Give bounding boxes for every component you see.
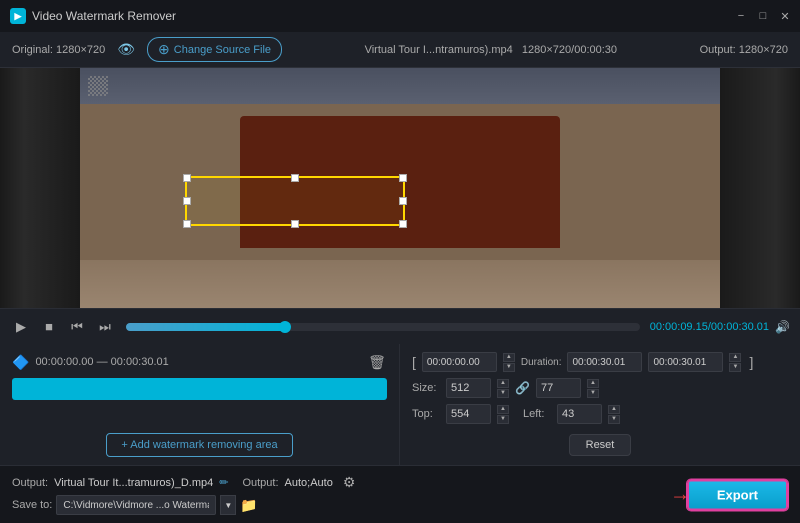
ground: [80, 260, 720, 308]
save-dropdown-button[interactable]: ▼: [220, 495, 236, 515]
link-icon[interactable]: 🔗: [515, 381, 530, 395]
top-input[interactable]: [446, 404, 491, 424]
delete-segment-button[interactable]: 🗑: [367, 352, 387, 372]
end-time-input[interactable]: [648, 352, 723, 372]
segment-icon: 🔷: [12, 354, 29, 371]
next-frame-button[interactable]: ⏭: [94, 316, 116, 338]
edit-icon[interactable]: ✏: [219, 476, 228, 489]
position-row: Top: ▲ ▼ Left: ▲ ▼: [412, 404, 788, 424]
left-down[interactable]: ▼: [608, 415, 620, 424]
width-down[interactable]: ▼: [497, 389, 509, 398]
file-info: Virtual Tour I...ntramuros).mp4 1280×720…: [294, 44, 688, 56]
top-bar: Original: 1280×720 👁 ⊕ Change Source Fil…: [0, 32, 800, 68]
app-icon: ▶: [10, 8, 26, 24]
video-area[interactable]: [0, 68, 800, 308]
segment-bar: [12, 378, 387, 400]
qr-marker: [88, 76, 108, 96]
app-title: Video Watermark Remover: [32, 9, 176, 23]
end-time-up[interactable]: ▲: [729, 353, 741, 362]
handle-bottom-right[interactable]: [399, 220, 407, 228]
start-time-spinners: ▲ ▼: [503, 353, 515, 372]
left-label: Left:: [523, 408, 551, 420]
start-time-up[interactable]: ▲: [503, 353, 515, 362]
start-time-input[interactable]: [422, 352, 497, 372]
width-input[interactable]: [446, 378, 491, 398]
handle-top-left[interactable]: [183, 174, 191, 182]
handle-top-middle[interactable]: [291, 174, 299, 182]
pillar-left: [0, 68, 80, 308]
folder-icon[interactable]: 📁: [240, 497, 257, 514]
output-filename: Virtual Tour It...tramuros)_D.mp4: [54, 477, 213, 489]
left-input[interactable]: [557, 404, 602, 424]
handle-bottom-left[interactable]: [183, 220, 191, 228]
segment-time: 00:00:00.00 — 00:00:30.01: [35, 356, 168, 368]
settings-icon[interactable]: ⚙: [343, 474, 356, 491]
save-to-label: Save to:: [12, 499, 52, 511]
footer: Output: Virtual Tour It...tramuros)_D.mp…: [0, 465, 800, 523]
height-input[interactable]: [536, 378, 581, 398]
footer-output-row: Output: Virtual Tour It...tramuros)_D.mp…: [12, 474, 355, 491]
left-up[interactable]: ▲: [608, 405, 620, 414]
footer-save-row: Save to: ▼ 📁: [12, 495, 258, 515]
time-display: 00:00:09.15/00:00:30.01: [650, 321, 769, 333]
maximize-button[interactable]: □: [756, 9, 770, 23]
height-spinners: ▲ ▼: [587, 379, 599, 398]
original-resolution-label: Original: 1280×720: [12, 44, 105, 56]
start-time-down[interactable]: ▼: [503, 363, 515, 372]
prev-frame-button[interactable]: ⏮: [66, 316, 88, 338]
close-button[interactable]: ✕: [778, 9, 792, 23]
bracket-open: [: [412, 354, 416, 370]
end-time-spinners: ▲ ▼: [729, 353, 741, 372]
handle-middle-right[interactable]: [399, 197, 407, 205]
arch-right: [416, 116, 560, 248]
timeline-thumb[interactable]: [279, 321, 291, 333]
timeline-bar[interactable]: [126, 323, 640, 331]
plus-icon: ⊕: [158, 41, 170, 58]
height-up[interactable]: ▲: [587, 379, 599, 388]
duration-label: Duration:: [521, 357, 562, 368]
segment-row: 🔷 00:00:00.00 — 00:00:30.01 🗑: [12, 352, 387, 372]
main-content: ▶ ■ ⏮ ⏭ 00:00:09.15/00:00:30.01 🔊 🔷 00:0…: [0, 68, 800, 523]
pillar-right: [720, 68, 800, 308]
play-button[interactable]: ▶: [10, 316, 32, 338]
top-spinners: ▲ ▼: [497, 405, 509, 424]
stop-button[interactable]: ■: [38, 316, 60, 338]
handle-top-right[interactable]: [399, 174, 407, 182]
width-up[interactable]: ▲: [497, 379, 509, 388]
size-row: Size: ▲ ▼ 🔗 ▲ ▼: [412, 378, 788, 398]
width-spinners: ▲ ▼: [497, 379, 509, 398]
watermark-selection-box[interactable]: [185, 176, 405, 226]
right-panel: [ ▲ ▼ Duration: ▲ ▼ ] Size:: [400, 344, 800, 465]
format-label: Output:: [242, 477, 278, 489]
output-resolution-label: Output: 1280×720: [700, 44, 788, 56]
window-controls: − □ ✕: [734, 9, 792, 23]
timeline-progress: [126, 323, 285, 331]
output-label: Output:: [12, 477, 48, 489]
handle-middle-left[interactable]: [183, 197, 191, 205]
format-value: Auto;Auto: [285, 477, 333, 489]
top-label: Top:: [412, 408, 440, 420]
volume-icon[interactable]: 🔊: [775, 320, 790, 334]
export-button[interactable]: Export: [687, 479, 788, 510]
top-up[interactable]: ▲: [497, 405, 509, 414]
title-bar: ▶ Video Watermark Remover − □ ✕: [0, 0, 800, 32]
size-label: Size:: [412, 382, 440, 394]
handle-bottom-middle[interactable]: [291, 220, 299, 228]
reset-button[interactable]: Reset: [569, 434, 632, 456]
duration-input[interactable]: [567, 352, 642, 372]
left-panel: 🔷 00:00:00.00 — 00:00:30.01 🗑 + Add wate…: [0, 344, 400, 465]
bottom-panel: 🔷 00:00:00.00 — 00:00:30.01 🗑 + Add wate…: [0, 344, 800, 465]
bracket-close: ]: [747, 354, 755, 370]
end-time-down[interactable]: ▼: [729, 363, 741, 372]
height-down[interactable]: ▼: [587, 389, 599, 398]
eye-icon[interactable]: 👁: [117, 41, 135, 58]
left-spinners: ▲ ▼: [608, 405, 620, 424]
save-path-input[interactable]: [56, 495, 216, 515]
add-watermark-area-button[interactable]: + Add watermark removing area: [106, 433, 292, 457]
minimize-button[interactable]: −: [734, 9, 748, 23]
controls-bar: ▶ ■ ⏮ ⏭ 00:00:09.15/00:00:30.01 🔊: [0, 308, 800, 344]
top-down[interactable]: ▼: [497, 415, 509, 424]
time-row: [ ▲ ▼ Duration: ▲ ▼ ]: [412, 352, 788, 372]
change-source-button[interactable]: ⊕ Change Source File: [147, 37, 282, 62]
